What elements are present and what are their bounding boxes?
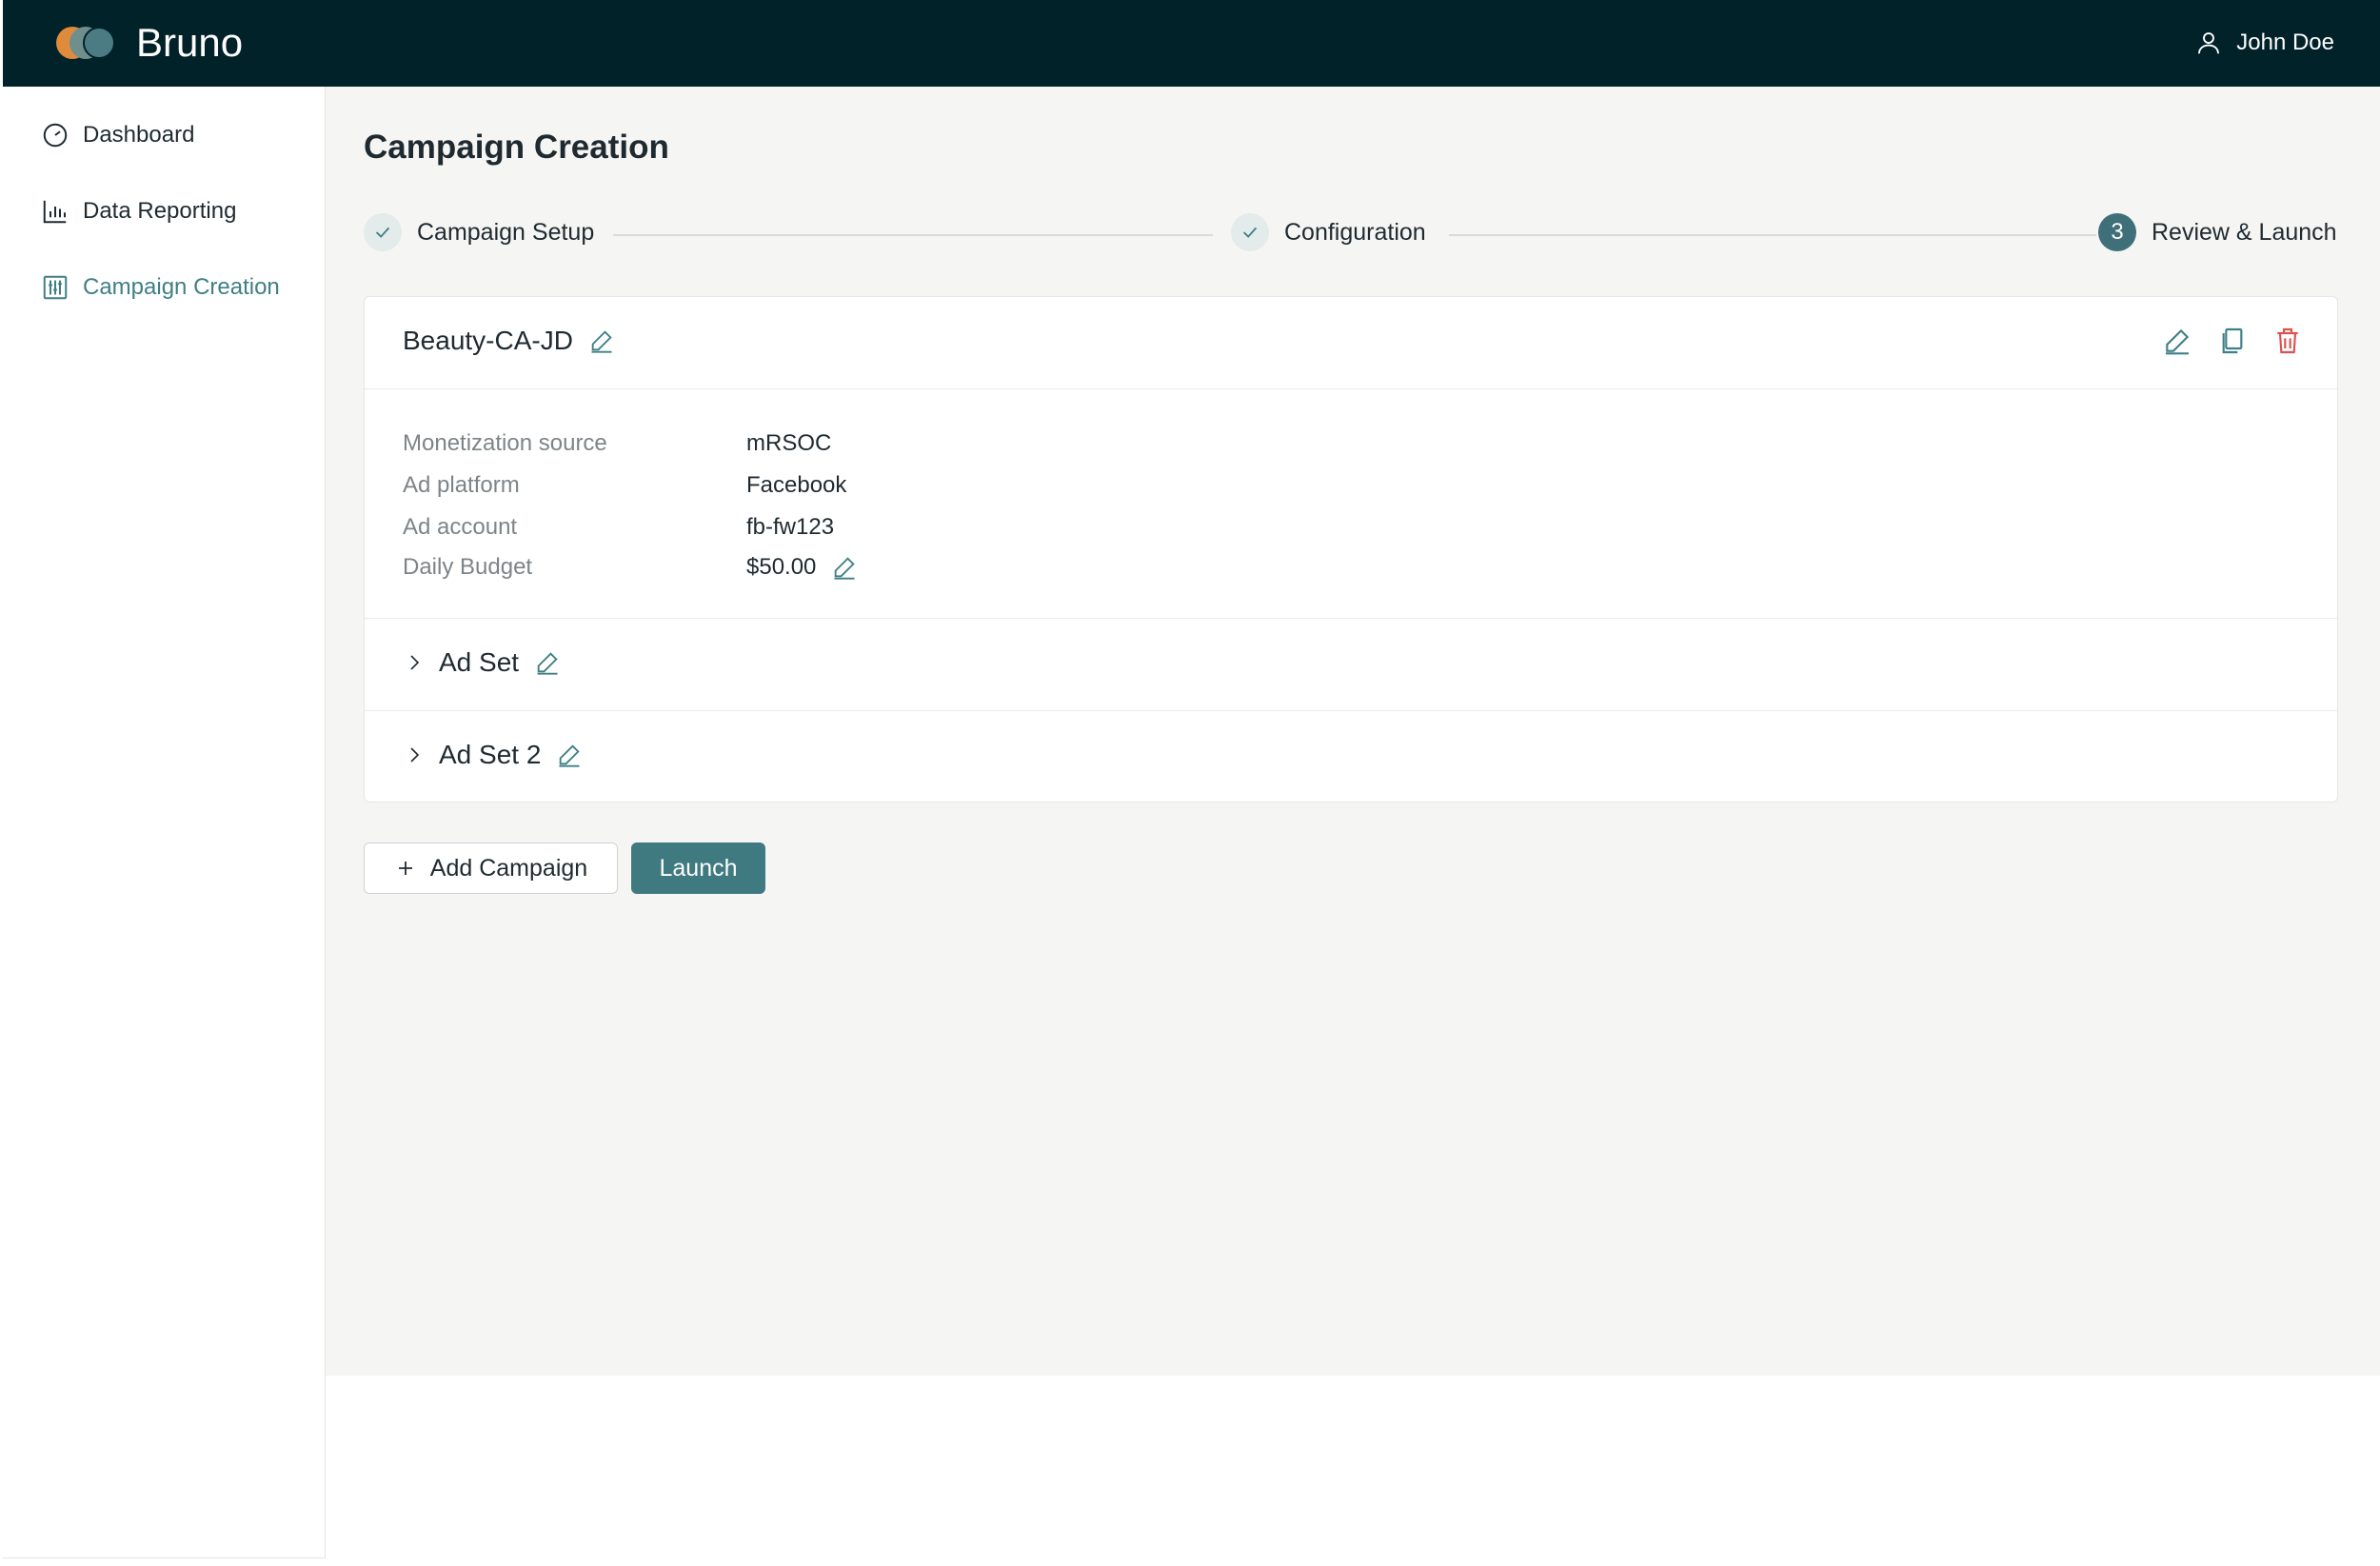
edit-budget-icon[interactable] [831,554,858,581]
sidebar-item-data-reporting[interactable]: Data Reporting [41,197,236,226]
check-icon [375,227,390,238]
detail-row: Ad account fb-fw123 [403,514,834,541]
detail-value-text: mRSOC [746,430,832,456]
sidebar-item-label: Data Reporting [83,198,237,224]
campaign-name: Beauty-CA-JD [403,326,573,355]
step-connector [613,234,1213,236]
detail-value-text: Facebook [746,472,847,498]
stepper: Campaign Setup Configuration 3 Review & … [364,213,2338,257]
detail-value: $50.00 [746,554,858,581]
page-title: Campaign Creation [364,129,669,166]
bar-chart-icon [43,200,67,224]
sidebar-item-label: Dashboard [83,122,195,148]
detail-label: Ad account [403,514,518,540]
user-menu[interactable]: John Doe [2194,29,2334,57]
campaign-card-header: Beauty-CA-JD [365,297,2337,389]
add-campaign-button[interactable]: Add Campaign [364,842,618,894]
chevron-right-icon[interactable] [403,743,426,766]
sidebar: Dashboard Data Reporting Campaign Creati… [3,87,326,1558]
edit-ad-set-icon[interactable] [534,649,561,676]
detail-label: Ad platform [403,472,520,498]
detail-value-text: fb-fw123 [746,514,835,540]
delete-icon[interactable] [2272,326,2303,356]
sliders-icon [43,275,68,300]
campaign-actions [2162,326,2303,356]
ad-set-label: Ad Set [439,647,520,677]
sidebar-item-label: Campaign Creation [83,274,280,300]
detail-row: Ad platform Facebook [403,472,846,499]
step-number-indicator: 3 [2098,213,2136,251]
ad-set-label: Ad Set 2 [439,740,542,769]
step-campaign-setup[interactable]: Campaign Setup [364,213,594,251]
duplicate-icon[interactable] [2217,326,2248,356]
detail-value-text: $50.00 [746,554,817,580]
step-review-launch[interactable]: 3 Review & Launch [2098,213,2337,251]
detail-value: mRSOC [746,430,831,457]
step-connector [1449,234,2096,236]
dashboard-gauge-icon [43,123,68,148]
step-label: Campaign Setup [417,218,595,246]
detail-value: fb-fw123 [746,514,834,541]
ad-set-header: Ad Set 2 [403,740,583,770]
sidebar-item-dashboard[interactable]: Dashboard [41,121,194,149]
logo-circle-teal [83,27,115,59]
user-name: John Doe [2236,30,2334,55]
check-icon [1242,227,1258,238]
detail-row: Monetization source mRSOC [403,430,831,457]
sidebar-item-campaign-creation[interactable]: Campaign Creation [41,273,280,302]
edit-ad-set-icon[interactable] [556,742,583,768]
edit-icon[interactable] [2162,326,2192,356]
ad-set-header: Ad Set [403,647,561,678]
detail-label: Monetization source [403,430,607,456]
add-campaign-label: Add Campaign [429,854,588,882]
main-content: Campaign Creation Campaign Setup Configu… [326,87,2380,1376]
detail-label: Daily Budget [403,554,533,580]
plus-icon [398,862,412,875]
step-configuration[interactable]: Configuration [1231,213,1426,251]
step-label: Configuration [1284,218,1426,246]
ad-set-row[interactable]: Ad Set [365,618,2337,710]
edit-campaign-name-icon[interactable] [588,327,615,354]
detail-row-daily-budget: Daily Budget $50.00 [403,554,858,581]
detail-value: Facebook [746,472,846,499]
app-name: Bruno [136,20,244,65]
step-label: Review & Launch [2152,218,2337,246]
ad-set-row[interactable]: Ad Set 2 [365,710,2337,803]
step-complete-indicator [1231,213,1269,251]
campaign-name-row: Beauty-CA-JD [403,326,615,356]
step-complete-indicator [364,213,402,251]
user-icon [2198,32,2220,54]
chevron-right-icon[interactable] [403,651,426,674]
top-header: Bruno John Doe [3,0,2380,87]
launch-button[interactable]: Launch [631,842,765,894]
campaign-card: Beauty-CA-JD Monetization source mRSOC A… [364,296,2338,803]
